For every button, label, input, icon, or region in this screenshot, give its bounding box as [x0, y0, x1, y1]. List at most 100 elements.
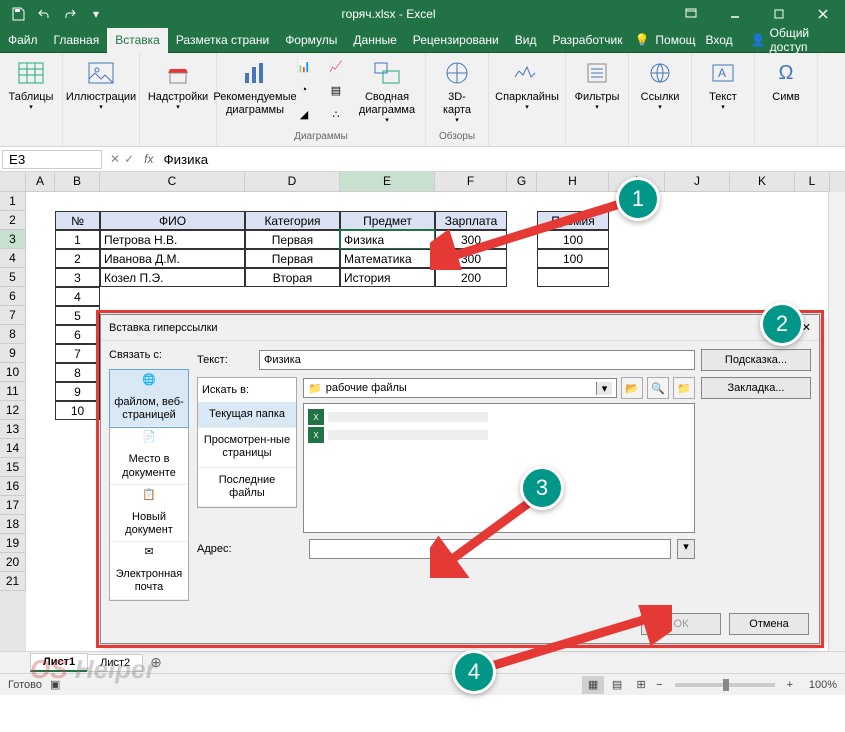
normal-view-icon[interactable]: ▦: [582, 676, 604, 694]
row-14[interactable]: 14: [0, 439, 26, 458]
select-all-corner[interactable]: [0, 172, 26, 192]
cell-D3[interactable]: Первая: [245, 230, 340, 249]
cell-B7[interactable]: 5: [55, 306, 100, 325]
row-10[interactable]: 10: [0, 363, 26, 382]
row-3[interactable]: 3: [0, 230, 26, 249]
ribbon-options-icon[interactable]: [669, 0, 713, 28]
map3d-button[interactable]: 3D-карта▾: [432, 55, 482, 128]
zoom-out-icon[interactable]: −: [652, 679, 666, 691]
scatter-chart-icon[interactable]: ∴: [321, 103, 351, 125]
tab-data[interactable]: Данные: [345, 28, 404, 53]
close-icon[interactable]: [801, 0, 845, 28]
tab-home[interactable]: Главная: [46, 28, 108, 53]
cell-B4[interactable]: 2: [55, 249, 100, 268]
cell-B5[interactable]: 3: [55, 268, 100, 287]
row-13[interactable]: 13: [0, 420, 26, 439]
qat-dropdown-icon[interactable]: ▾: [84, 3, 108, 25]
col-L[interactable]: L: [795, 172, 830, 192]
bar-chart-icon[interactable]: ▤: [321, 79, 351, 101]
cell-E5[interactable]: История: [340, 268, 435, 287]
file-item[interactable]: X: [308, 426, 690, 444]
row-16[interactable]: 16: [0, 477, 26, 496]
row-9[interactable]: 9: [0, 344, 26, 363]
row-6[interactable]: 6: [0, 287, 26, 306]
zoom-in-icon[interactable]: +: [783, 679, 797, 691]
cell-B2[interactable]: №: [55, 211, 100, 230]
column-chart-icon[interactable]: 📊: [289, 55, 319, 77]
cancel-button[interactable]: Отмена: [729, 613, 809, 635]
col-F[interactable]: F: [435, 172, 507, 192]
cell-E2[interactable]: Предмет: [340, 211, 435, 230]
pivot-chart-button[interactable]: Сводная диаграмма▾: [355, 55, 419, 128]
cell-E3[interactable]: Физика: [340, 230, 435, 249]
cell-D4[interactable]: Первая: [245, 249, 340, 268]
redo-icon[interactable]: [58, 3, 82, 25]
row-11[interactable]: 11: [0, 382, 26, 401]
vertical-scrollbar[interactable]: [828, 192, 845, 651]
cell-C5[interactable]: Козел П.Э.: [100, 268, 245, 287]
cell-B11[interactable]: 9: [55, 382, 100, 401]
file-item[interactable]: X: [308, 408, 690, 426]
cell-B8[interactable]: 6: [55, 325, 100, 344]
cell-B12[interactable]: 10: [55, 401, 100, 420]
col-A[interactable]: A: [26, 172, 55, 192]
browse-tab-current[interactable]: Текущая папка: [198, 402, 296, 428]
addins-button[interactable]: Надстройки▾: [146, 55, 210, 115]
col-G[interactable]: G: [507, 172, 537, 192]
row-18[interactable]: 18: [0, 515, 26, 534]
tab-insert[interactable]: Вставка: [107, 28, 168, 53]
row-21[interactable]: 21: [0, 572, 26, 591]
row-2[interactable]: 2: [0, 211, 26, 230]
page-break-view-icon[interactable]: ⊞: [630, 676, 652, 694]
cell-D5[interactable]: Вторая: [245, 268, 340, 287]
symbols-button[interactable]: ΩСимв: [761, 55, 811, 106]
recommended-charts-button[interactable]: Рекомендуемые диаграммы: [223, 55, 287, 119]
address-dropdown-icon[interactable]: ▾: [677, 539, 695, 559]
tab-view[interactable]: Вид: [507, 28, 545, 53]
enter-formula-icon[interactable]: ✓: [124, 152, 134, 166]
tab-layout[interactable]: Разметка страни: [168, 28, 277, 53]
link-type-file[interactable]: 🌐 файлом, веб-страницей: [110, 370, 188, 427]
up-folder-icon[interactable]: 📂: [621, 377, 643, 399]
display-text-input[interactable]: [259, 350, 695, 370]
col-D[interactable]: D: [245, 172, 340, 192]
col-H[interactable]: H: [537, 172, 609, 192]
share-button[interactable]: 👤 Общий доступ: [743, 26, 845, 54]
bookmark-button[interactable]: Закладка...: [701, 377, 811, 399]
cell-C3[interactable]: Петрова Н.В.: [100, 230, 245, 249]
lightbulb-icon[interactable]: 💡: [630, 33, 653, 47]
col-J[interactable]: J: [665, 172, 730, 192]
row-7[interactable]: 7: [0, 306, 26, 325]
col-K[interactable]: K: [730, 172, 795, 192]
illustrations-button[interactable]: Иллюстрации▾: [69, 55, 133, 115]
line-chart-icon[interactable]: 📈: [321, 55, 351, 77]
browse-web-icon[interactable]: 🔍: [647, 377, 669, 399]
row-5[interactable]: 5: [0, 268, 26, 287]
col-B[interactable]: B: [55, 172, 100, 192]
links-button[interactable]: Ссылки▾: [635, 55, 685, 115]
tab-file[interactable]: Файл: [0, 28, 46, 53]
maximize-icon[interactable]: [757, 0, 801, 28]
browse-tab-viewed[interactable]: Просмотрен-ные страницы: [198, 428, 296, 467]
row-15[interactable]: 15: [0, 458, 26, 477]
browse-tab-recent[interactable]: Последние файлы: [198, 468, 296, 507]
tab-review[interactable]: Рецензировани: [405, 28, 507, 53]
zoom-slider[interactable]: [675, 683, 775, 687]
row-1[interactable]: 1: [0, 192, 26, 211]
filters-button[interactable]: Фильтры▾: [572, 55, 622, 115]
col-E[interactable]: E: [340, 172, 435, 192]
cell-B9[interactable]: 7: [55, 344, 100, 363]
cell-D2[interactable]: Категория: [245, 211, 340, 230]
browse-file-icon[interactable]: 📁: [673, 377, 695, 399]
cancel-formula-icon[interactable]: ✕: [110, 152, 120, 166]
login-link[interactable]: Вход: [698, 28, 741, 53]
tab-formulas[interactable]: Формулы: [277, 28, 345, 53]
cell-B3[interactable]: 1: [55, 230, 100, 249]
zoom-level[interactable]: 100%: [797, 679, 837, 691]
tab-developer[interactable]: Разработчик: [544, 28, 630, 53]
link-type-place[interactable]: 📄 Место в документе: [110, 427, 188, 484]
row-20[interactable]: 20: [0, 553, 26, 572]
row-19[interactable]: 19: [0, 534, 26, 553]
row-17[interactable]: 17: [0, 496, 26, 515]
pie-chart-icon[interactable]: ◔: [289, 79, 319, 101]
